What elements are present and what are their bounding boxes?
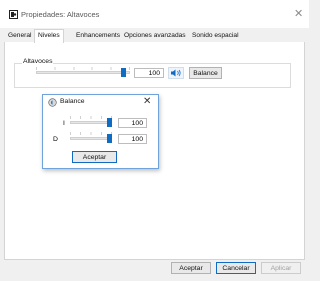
channel-left-label: I [63, 120, 65, 127]
speakers-slider-track[interactable] [36, 71, 130, 74]
tab-general[interactable]: General [5, 30, 34, 42]
cancel-button[interactable]: Cancelar [216, 262, 256, 274]
tab-enhancements[interactable]: Enhancements [73, 30, 123, 42]
tab-sonido-espacial[interactable]: Sonido espacial [189, 30, 242, 42]
channel-right-slider-track[interactable] [70, 137, 112, 140]
speaker-app-icon [9, 10, 18, 19]
window-title: Propiedades: Altavoces [21, 10, 100, 19]
channel-left-slider-thumb[interactable] [107, 118, 112, 127]
speakers-level-field[interactable]: 100 [134, 68, 164, 78]
apply-button[interactable]: Aplicar [261, 262, 301, 274]
channel-left-level-field[interactable]: 100 [118, 118, 147, 128]
close-button[interactable]: ✕ [294, 7, 303, 20]
channel-right-level-field[interactable]: 100 [118, 134, 147, 144]
balance-dialog: Balance ✕ I 100 D 100 Aceptar [42, 94, 159, 169]
ok-button[interactable]: Aceptar [171, 262, 211, 274]
channel-right-label: D [53, 136, 58, 143]
channel-right-slider-thumb[interactable] [107, 134, 112, 143]
balance-dialog-title: Balance [60, 98, 85, 105]
speakers-slider-thumb[interactable] [121, 68, 126, 77]
tab-opciones-avanzadas[interactable]: Opciones avanzadas [121, 30, 189, 42]
balance-close-button[interactable]: ✕ [143, 96, 151, 107]
balance-dialog-icon [48, 98, 57, 107]
channel-right-ticks [70, 132, 112, 135]
speaker-icon[interactable] [168, 67, 184, 79]
speakers-slider-ticks [36, 67, 130, 70]
channel-left-ticks [70, 116, 112, 119]
balance-accept-button[interactable]: Aceptar [72, 151, 117, 163]
balance-button[interactable]: Balance [189, 67, 222, 79]
channel-left-slider-track[interactable] [70, 121, 112, 124]
tab-niveles[interactable]: Niveles [34, 29, 64, 43]
speakers-group-label: Altavoces [22, 58, 54, 65]
